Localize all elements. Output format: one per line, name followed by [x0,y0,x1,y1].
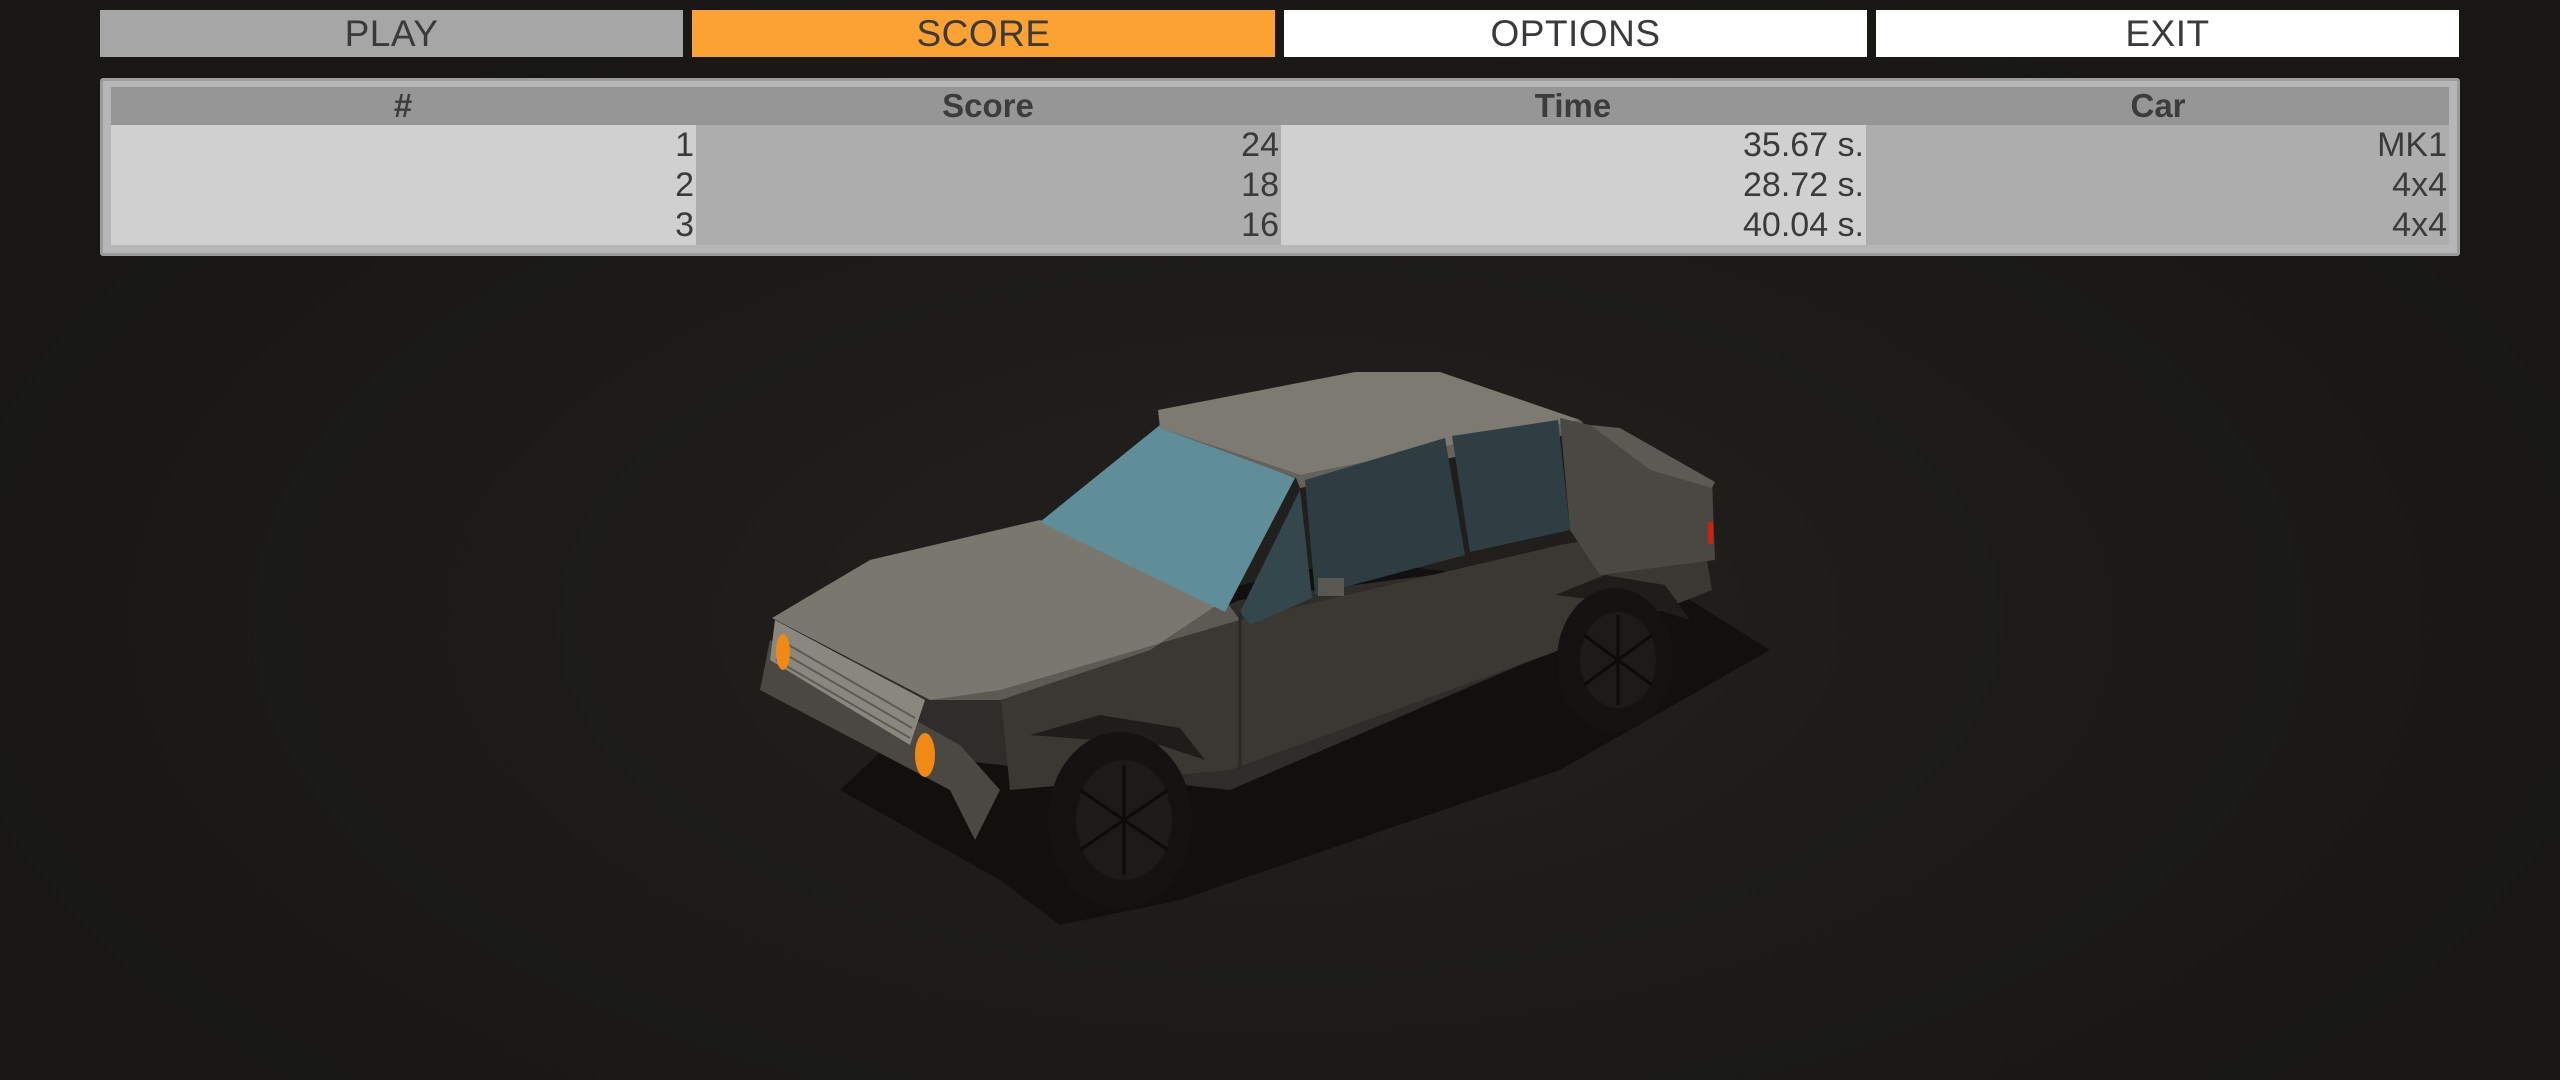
front-wheel [1048,732,1192,908]
cell-score: 16 [696,205,1281,245]
cell-car: 4x4 [1866,205,2449,245]
table-row: 3 16 40.04 s. 4x4 [111,205,2449,245]
headlight-left [776,634,790,670]
main-menu: PLAY SCORE OPTIONS EXIT [100,10,2460,57]
rear-wheel [1557,588,1673,732]
cell-car: MK1 [1866,125,2449,165]
play-button[interactable]: PLAY [100,10,683,57]
cell-score: 24 [696,125,1281,165]
headlight-right [915,733,935,777]
tail-light [1708,522,1713,544]
table-header: # Score Time Car [111,87,2449,125]
cell-rank: 2 [111,165,696,205]
cell-rank: 1 [111,125,696,165]
car-window-rear [1452,420,1570,552]
header-time: Time [1534,87,1612,124]
cell-car: 4x4 [1866,165,2449,205]
scoreboard-table: # Score Time Car 1 24 35.67 s. MK1 2 18 … [111,87,2449,247]
header-car: Car [2130,87,2186,124]
cell-time: 35.67 s. [1281,125,1866,165]
cell-time: 28.72 s. [1281,165,1866,205]
header-score: Score [942,87,1034,124]
table-row: 2 18 28.72 s. 4x4 [111,165,2449,205]
side-mirror [1318,578,1344,596]
table-row: 1 24 35.67 s. MK1 [111,125,2449,165]
cell-rank: 3 [111,205,696,245]
game-scene: PLAY SCORE OPTIONS EXIT # Score Time Car… [0,0,2560,1080]
scoreboard-panel: # Score Time Car 1 24 35.67 s. MK1 2 18 … [100,78,2460,256]
exit-button[interactable]: EXIT [1876,10,2459,57]
cell-score: 18 [696,165,1281,205]
score-button[interactable]: SCORE [692,10,1275,57]
options-button[interactable]: OPTIONS [1284,10,1867,57]
header-rank: # [393,87,413,124]
cell-time: 40.04 s. [1281,205,1866,245]
